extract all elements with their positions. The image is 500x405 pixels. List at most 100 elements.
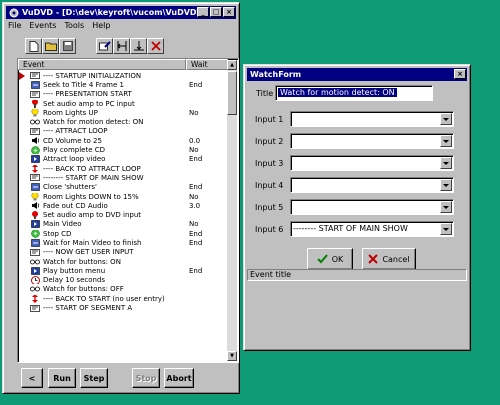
list-item[interactable]: Watch for buttons: ON [19, 257, 227, 266]
list-item[interactable]: ---- BACK TO ATTRACT LOOP [19, 164, 227, 173]
list-item[interactable]: Room Lights DOWN to 15% No [19, 192, 227, 201]
list-item[interactable]: Close 'shutters' End [19, 183, 227, 192]
edit-event-button[interactable] [96, 38, 113, 54]
list-item[interactable]: Watch for buttons: OFF [19, 285, 227, 294]
chevron-down-icon[interactable] [440, 201, 452, 213]
list-item[interactable]: Seek to Title 4 Frame 1 End [19, 80, 227, 89]
title-input[interactable]: Watch for motion detect: ON [275, 85, 433, 101]
chevron-down-icon[interactable] [440, 135, 452, 147]
event-list-scrollbar[interactable]: ▲ ▼ [227, 60, 237, 361]
ok-button[interactable]: OK [307, 248, 353, 270]
menu-events[interactable]: Events [28, 21, 57, 30]
watch-icon [30, 285, 40, 293]
menu-file[interactable]: File [7, 21, 22, 30]
maximize-button[interactable]: □ [210, 7, 222, 17]
list-item[interactable]: Set audio amp to PC input [19, 99, 227, 108]
startup-icon [30, 127, 40, 135]
transport-bar: < Run Step Stop Abort [15, 368, 241, 391]
event-cell: -------- START OF MAIN SHOW [19, 174, 187, 182]
event-cell: ---- BACK TO ATTRACT LOOP [19, 164, 187, 173]
insert-event-button[interactable] [113, 38, 130, 54]
event-text: Wait for Main Video to finish [43, 238, 142, 247]
list-item[interactable]: Wait for Main Video to finish End [19, 238, 227, 247]
list-item[interactable]: ---- NOW GET USER INPUT [19, 248, 227, 257]
scroll-thumb[interactable] [227, 71, 237, 115]
list-item[interactable]: Play button menu End [19, 266, 227, 275]
cancel-label: Cancel [382, 254, 410, 264]
event-cell: Wait for Main Video to finish [19, 239, 187, 247]
list-item[interactable]: Watch for motion detect: ON [19, 117, 227, 126]
list-item[interactable]: Main Video No [19, 220, 227, 229]
event-cell: Close 'shutters' [19, 183, 187, 191]
list-item[interactable]: ---- START OF SEGMENT A [19, 303, 227, 312]
event-cell: Main Video [19, 220, 187, 228]
back-button[interactable]: < [21, 368, 43, 388]
event-cell: ---- START OF SEGMENT A [19, 304, 187, 312]
video-icon [30, 155, 40, 164]
input-5-combo[interactable] [290, 199, 454, 215]
append-event-button[interactable] [130, 38, 147, 54]
list-item[interactable]: -------- START OF MAIN SHOW [19, 173, 227, 182]
list-item[interactable]: ---- BACK TO START (no user entry) [19, 294, 227, 303]
cd-icon [30, 146, 40, 155]
menu-help[interactable]: Help [91, 21, 111, 30]
minimize-button[interactable]: _ [197, 7, 209, 17]
list-item[interactable]: ---- ATTRACT LOOP [19, 127, 227, 136]
column-header-event[interactable]: Event [18, 59, 186, 70]
column-header-wait[interactable]: Wait [186, 59, 228, 70]
event-list[interactable]: Event Wait ---- STARTUP INITIALIZATION Se… [17, 58, 239, 363]
input-2-combo[interactable] [290, 133, 454, 149]
audio-icon [30, 99, 40, 108]
menu-tools[interactable]: Tools [63, 21, 85, 30]
close-button[interactable]: × [223, 7, 235, 17]
new-file-button[interactable] [25, 38, 42, 54]
toolbar [25, 38, 164, 54]
event-cell: Attract loop video [19, 155, 187, 163]
audio-icon [30, 211, 40, 220]
main-titlebar[interactable]: VuDVD - [D:\dev\keyroft\vucom\VuDVD\... … [6, 6, 236, 19]
list-item[interactable]: Stop CD End [19, 229, 227, 238]
step-button[interactable]: Step [80, 368, 108, 388]
open-file-button[interactable] [42, 38, 59, 54]
event-text: Room Lights DOWN to 15% [43, 192, 139, 201]
list-item[interactable]: ---- PRESENTATION START [19, 90, 227, 99]
list-item[interactable]: ---- STARTUP INITIALIZATION [19, 71, 227, 80]
abort-button[interactable]: Abort [164, 368, 194, 388]
stop-button[interactable]: Stop [132, 368, 160, 388]
wait-cell: End [189, 229, 203, 238]
title-label: Title [256, 89, 274, 98]
cancel-button[interactable]: Cancel [362, 248, 416, 270]
event-cell: Set audio amp to DVD input [19, 211, 187, 220]
watch-form-close-button[interactable]: × [454, 69, 466, 79]
event-text: Watch for buttons: ON [43, 257, 121, 266]
input-1-combo[interactable] [290, 111, 454, 127]
input-6-combo[interactable]: -------- START OF MAIN SHOW [290, 221, 454, 237]
list-item[interactable]: Room Lights UP No [19, 108, 227, 117]
event-text: Set audio amp to DVD input [43, 211, 142, 220]
list-item[interactable]: Set audio amp to DVD input [19, 210, 227, 220]
list-item[interactable]: Play complete CD No [19, 145, 227, 155]
event-cell: CD Volume to 25 [19, 137, 187, 145]
wait-cell: No [189, 108, 199, 117]
event-text: Main Video [43, 220, 82, 229]
event-text: Attract loop video [43, 155, 106, 164]
input-4-combo[interactable] [290, 177, 454, 193]
scroll-up-button[interactable]: ▲ [227, 60, 237, 70]
watch-form-titlebar[interactable]: WatchForm × [247, 68, 467, 81]
save-file-button[interactable] [59, 38, 76, 54]
scroll-down-button[interactable]: ▼ [227, 351, 237, 361]
chevron-down-icon[interactable] [440, 113, 452, 125]
input-3-combo[interactable] [290, 155, 454, 171]
list-item[interactable]: Attract loop video End [19, 155, 227, 164]
event-text: ---- STARTUP INITIALIZATION [43, 71, 142, 80]
list-item[interactable]: Fade out CD Audio 3.0 [19, 201, 227, 210]
run-button[interactable]: Run [48, 368, 76, 388]
watch-icon [30, 118, 40, 126]
chevron-down-icon[interactable] [440, 157, 452, 169]
list-item[interactable]: Delay 10 seconds [19, 276, 227, 285]
chevron-down-icon[interactable] [440, 179, 452, 191]
list-item[interactable]: CD Volume to 25 0.0 [19, 136, 227, 145]
delete-event-button[interactable] [147, 38, 164, 54]
event-cell: Stop CD [19, 229, 187, 238]
chevron-down-icon[interactable] [440, 223, 452, 235]
